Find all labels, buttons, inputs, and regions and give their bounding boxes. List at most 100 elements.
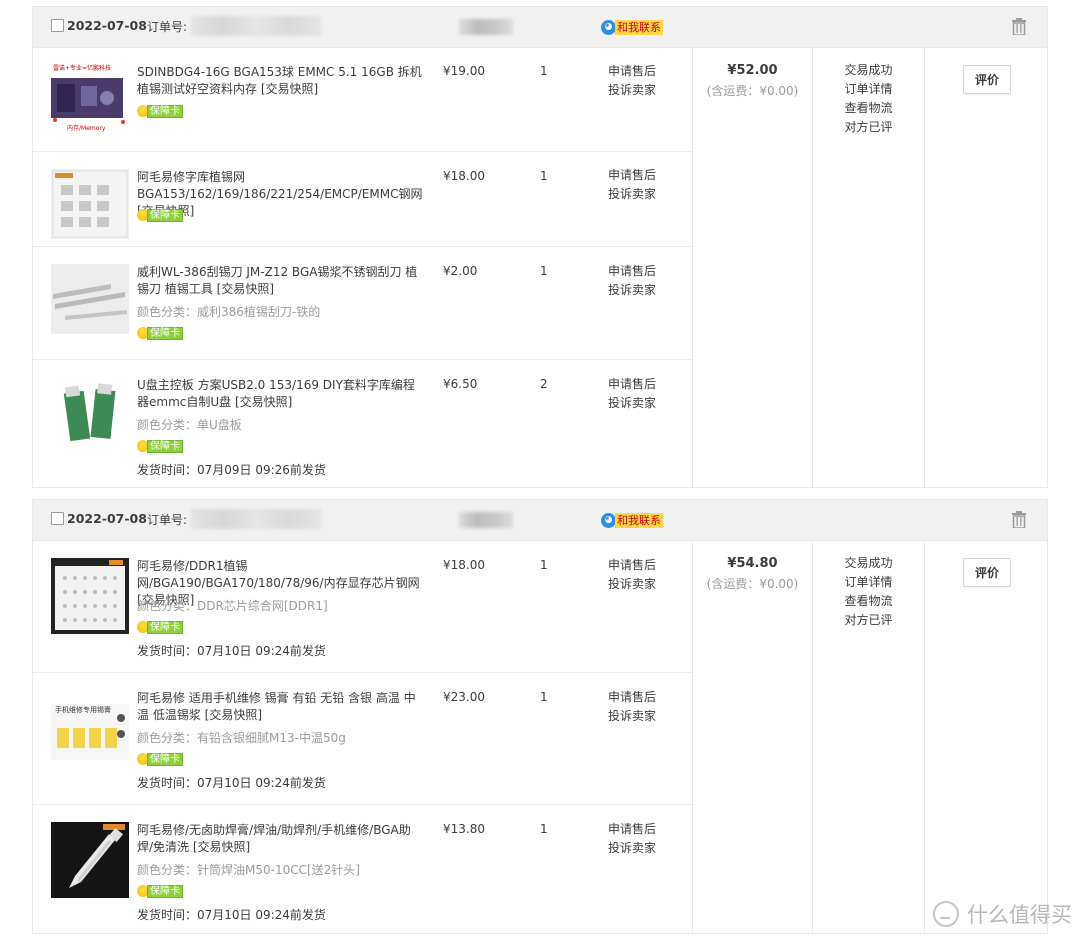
view-logistics-link[interactable]: 查看物流 [813,99,924,118]
order-number-redacted [191,509,321,529]
product-title-text[interactable]: 威利WL-386刮锡刀 JM-Z12 BGA锡浆不锈钢刮刀 植锡刀 植锡工具 [137,265,417,296]
product-image[interactable] [51,169,129,239]
quantity: 1 [540,690,548,704]
order-details-link[interactable]: 订单详情 [813,80,924,99]
order-card: 2022-07-08 订单号: ◕ 和我联系 雷诺+专业=亿鹏科技 内存/Memo… [32,6,1048,488]
guarantee-label: 保障卡 [147,208,183,222]
order-number-label: 订单号: [147,20,188,34]
guarantee-badge[interactable]: 保障卡 [137,326,183,340]
order-checkbox[interactable] [51,512,64,525]
contact-label: 和我联系 [615,19,663,35]
rate-button[interactable]: 评价 [962,65,1011,94]
rate-button[interactable]: 评价 [962,558,1011,587]
wangwang-icon: ◕ [601,19,616,35]
product-title[interactable]: U盘主控板 方案USB2.0 153/169 DIY套料字库编程器emmc自制U… [137,377,423,411]
unit-price: ¥18.00 [443,169,485,183]
counterpart-reviewed-link[interactable]: 对方已评 [813,611,924,630]
guarantee-badge[interactable]: 保障卡 [137,104,183,118]
apply-after-sales-link[interactable]: 申请售后 [608,62,656,81]
quantity: 1 [540,64,548,78]
guarantee-badge[interactable]: 保障卡 [137,208,183,222]
contact-seller-button[interactable]: ◕ 和我联系 [601,512,663,528]
complain-seller-link[interactable]: 投诉卖家 [608,575,656,594]
order-number-label: 订单号: [147,513,188,527]
ship-time: 发货时间：07月10日 09:24前发货 [137,776,326,790]
complain-seller-link[interactable]: 投诉卖家 [608,281,656,300]
item-actions: 申请售后 投诉卖家 [608,262,656,300]
order-item: 阿毛易修/无卤助焊膏/焊油/助焊剂/手机维修/BGA助焊/免清洗 [交易快照] … [33,805,692,936]
status-text: 交易成功 [844,556,893,570]
product-image[interactable] [51,822,129,898]
unit-price: ¥18.00 [443,558,485,572]
product-title-text[interactable]: 阿毛易修/DDR1植锡网/BGA190/BGA170/180/78/96/内存显… [137,559,420,590]
order-details-link[interactable]: 订单详情 [813,573,924,592]
order-item: 手机维修专用锡膏 阿毛易修 适用手机维修 锡膏 有铅 无铅 含银 高温 中温 低… [33,673,692,805]
smzdm-logo-icon [933,901,959,927]
product-image[interactable]: 雷诺+专业=亿鹏科技 内存/Memory [51,62,129,132]
complain-seller-link[interactable]: 投诉卖家 [608,185,656,204]
guarantee-badge[interactable]: 保障卡 [137,884,183,898]
snapshot-link[interactable]: [交易快照] [235,395,292,409]
quantity: 2 [540,377,548,391]
ship-time: 发货时间：07月10日 09:24前发货 [137,644,326,658]
view-logistics-link[interactable]: 查看物流 [813,592,924,611]
snapshot-link[interactable]: [交易快照] [193,840,250,854]
product-title-text[interactable]: 阿毛易修字库植锡网BGA153/162/169/186/221/254/EMCP… [137,170,422,201]
quantity: 1 [540,558,548,572]
snapshot-link[interactable]: [交易快照] [217,282,274,296]
product-title[interactable]: 阿毛易修 适用手机维修 锡膏 有铅 无铅 含银 高温 中温 低温锡浆 [交易快照… [137,690,423,724]
product-image[interactable] [51,264,129,334]
complain-seller-link[interactable]: 投诉卖家 [608,839,656,858]
sku-info: 颜色分类：有铅含银细腻M13-中温50g [137,731,346,745]
watermark: 什么值得买 [933,899,1072,929]
snapshot-link[interactable]: [交易快照] [205,708,262,722]
status-text: 交易成功 [844,63,893,77]
shipping-fee: (含运费：¥0.00) [706,577,799,591]
guarantee-badge[interactable]: 保障卡 [137,439,183,453]
sku-info: 颜色分类：针筒焊油M50-10CC[送2针头] [137,863,360,877]
svg-text:内存/Memory: 内存/Memory [67,124,106,132]
product-title[interactable]: 阿毛易修/无卤助焊膏/焊油/助焊剂/手机维修/BGA助焊/免清洗 [交易快照] [137,822,423,856]
apply-after-sales-link[interactable]: 申请售后 [608,375,656,394]
quantity: 1 [540,822,548,836]
apply-after-sales-link[interactable]: 申请售后 [608,262,656,281]
seller-name-redacted[interactable] [459,512,513,528]
order-item: 阿毛易修字库植锡网BGA153/162/169/186/221/254/EMCP… [33,152,692,247]
trash-icon[interactable] [1011,18,1027,35]
ship-time: 发货时间：07月10日 09:24前发货 [137,908,326,922]
order-date: 2022-07-08 [67,18,147,33]
product-image[interactable] [51,558,129,634]
snapshot-link[interactable]: [交易快照] [261,82,318,96]
complain-seller-link[interactable]: 投诉卖家 [608,707,656,726]
guarantee-label: 保障卡 [147,620,183,634]
order-total-column: ¥52.00 (含运费：¥0.00) [692,47,813,487]
guarantee-badge[interactable]: 保障卡 [137,752,183,766]
guarantee-label: 保障卡 [147,884,183,898]
apply-after-sales-link[interactable]: 申请售后 [608,688,656,707]
order-card: 2022-07-08 订单号: ◕ 和我联系 阿毛易修/DDR1植锡网/BGA1… [32,499,1048,934]
product-title[interactable]: 威利WL-386刮锡刀 JM-Z12 BGA锡浆不锈钢刮刀 植锡刀 植锡工具 [… [137,264,423,298]
product-image[interactable]: 手机维修专用锡膏 [51,690,129,760]
apply-after-sales-link[interactable]: 申请售后 [608,556,656,575]
unit-price: ¥2.00 [443,264,478,278]
apply-after-sales-link[interactable]: 申请售后 [608,166,656,185]
order-op-column: 评价 [925,47,1049,94]
quantity: 1 [540,264,548,278]
complain-seller-link[interactable]: 投诉卖家 [608,81,656,100]
product-title[interactable]: SDINBDG4-16G BGA153球 EMMC 5.1 16GB 拆机植锡测… [137,64,423,98]
product-image[interactable] [51,382,129,452]
complain-seller-link[interactable]: 投诉卖家 [608,394,656,413]
seller-name-redacted[interactable] [459,19,513,35]
counterpart-reviewed-link[interactable]: 对方已评 [813,118,924,137]
trash-icon[interactable] [1011,511,1027,528]
contact-seller-button[interactable]: ◕ 和我联系 [601,19,663,35]
product-title-text[interactable]: 阿毛易修/无卤助焊膏/焊油/助焊剂/手机维修/BGA助焊/免清洗 [137,823,411,854]
order-item: 阿毛易修/DDR1植锡网/BGA190/BGA170/180/78/96/内存显… [33,541,692,673]
guarantee-label: 保障卡 [147,104,183,118]
order-total: ¥54.80 [727,556,778,571]
product-title-text[interactable]: 阿毛易修 适用手机维修 锡膏 有铅 无铅 含银 高温 中温 低温锡浆 [137,691,416,722]
order-checkbox[interactable] [51,19,64,32]
guarantee-label: 保障卡 [147,439,183,453]
guarantee-badge[interactable]: 保障卡 [137,620,183,634]
apply-after-sales-link[interactable]: 申请售后 [608,820,656,839]
